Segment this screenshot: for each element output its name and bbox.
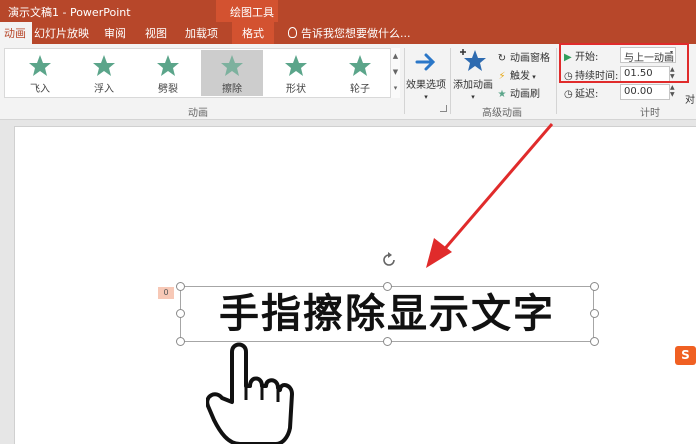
advanced-animation-group-label: 高级动画 [482,108,522,119]
tell-me-search[interactable]: 告诉我您想要做什么... [288,25,411,41]
lightning-icon: ⚡ [498,71,506,82]
star-add-icon [460,49,486,71]
resize-handle[interactable] [383,337,392,346]
animation-float-in-label: 浮入 [94,84,114,95]
star-shape-icon [285,55,307,76]
resize-handle[interactable] [176,309,185,318]
animation-gallery: 飞入 浮入 劈裂 擦除 形状 轮子 [4,48,396,98]
animation-pane-button[interactable]: ↻ 动画窗格 [496,49,550,64]
tab-format[interactable]: 格式 [232,22,274,44]
resize-handle[interactable] [590,282,599,291]
animation-split-label: 劈裂 [158,84,178,95]
chevron-down-icon: ▾ [471,93,475,101]
title-bar: 演示文稿1 - PowerPoint 绘图工具 [0,0,696,22]
delay-label: 延迟: [575,89,599,100]
resize-handle[interactable] [176,337,185,346]
animation-float-in[interactable]: 浮入 [73,50,135,96]
gallery-more-icon[interactable]: ▾ [391,80,400,96]
resize-handle[interactable] [590,309,599,318]
tab-animations[interactable]: 动画 [0,22,32,44]
animation-fly-in-label: 飞入 [30,84,50,95]
clock-icon: ◷ [564,89,573,100]
painter-icon: ★ [497,89,507,100]
ime-sogou-icon[interactable]: S [675,346,696,365]
chevron-down-icon: ▾ [424,93,428,101]
resize-handle[interactable] [176,282,185,291]
tell-me-label: 告诉我您想要做什么... [301,27,411,40]
pointing-hand-icon [206,342,294,444]
slide-text[interactable]: 手指擦除显示文字 [180,286,594,342]
resize-handle[interactable] [590,337,599,346]
animation-pane-label: 动画窗格 [510,53,550,64]
dialog-launcher-icon[interactable] [440,105,447,112]
star-wheel-icon [349,55,371,76]
animation-painter-button[interactable]: ★ 动画刷 [496,85,540,100]
star-float-in-icon [93,55,115,76]
tab-view[interactable]: 视图 [145,25,167,41]
animation-wipe-label: 擦除 [222,84,242,95]
divider [556,48,557,114]
drawing-tools-label: 绘图工具 [230,6,274,19]
ribbon-tabs: 动画 幻灯片放映 审阅 视图 加载项 格式 告诉我您想要做什么... [0,22,696,44]
tab-addins[interactable]: 加载项 [185,25,218,41]
lightbulb-icon [288,27,297,38]
animation-shape-label: 形状 [286,84,306,95]
divider [450,48,451,114]
timing-delay-row: ◷ 延迟: [564,85,598,100]
resize-handle[interactable] [383,282,392,291]
add-animation-label: 添加动画 [453,80,493,91]
star-split-icon [157,55,179,76]
animation-fly-in[interactable]: 飞入 [9,50,71,96]
tab-review[interactable]: 审阅 [104,25,126,41]
window-title: 演示文稿1 - PowerPoint [8,6,131,19]
animation-wheel-label: 轮子 [350,84,370,95]
drawing-tools-context: 绘图工具 [216,0,278,22]
reorder-label-partial: 对 [685,95,695,106]
red-arrow-icon [426,123,554,268]
animation-split[interactable]: 劈裂 [137,50,199,96]
delay-spinner[interactable]: ▲ ▼ [670,84,678,98]
timing-group-label: 计时 [640,108,660,119]
delay-value: 00.00 [624,86,653,97]
chevron-up-icon[interactable]: ▲ [391,48,400,64]
arrow-right-icon [415,53,436,71]
effect-options-label: 效果选项 [406,80,446,91]
star-fly-in-icon [29,55,51,76]
tab-slideshow[interactable]: 幻灯片放映 [34,25,89,41]
animation-wipe[interactable]: 擦除 [201,50,263,96]
highlight-box [559,43,689,83]
chevron-down-icon[interactable]: ▼ [391,64,400,80]
animation-wheel[interactable]: 轮子 [329,50,391,96]
trigger-button[interactable]: ⚡ 触发 ▾ [496,67,535,82]
animation-shape[interactable]: 形状 [265,50,327,96]
animation-group-label: 动画 [188,108,208,119]
animation-painter-label: 动画刷 [510,89,540,100]
star-wipe-icon [221,55,243,76]
add-animation-button[interactable]: 添加动画 ▾ [452,48,494,102]
gallery-scroll[interactable]: ▲ ▼ ▾ [390,48,400,98]
rotate-handle-icon[interactable] [379,250,399,270]
delay-input[interactable]: 00.00 [620,84,670,100]
animation-order-tag[interactable]: 0 [158,287,174,299]
animation-pane-icon: ↻ [497,53,507,64]
trigger-label: 触发 [510,71,530,82]
effect-options-button[interactable]: 效果选项 ▾ [404,48,448,102]
